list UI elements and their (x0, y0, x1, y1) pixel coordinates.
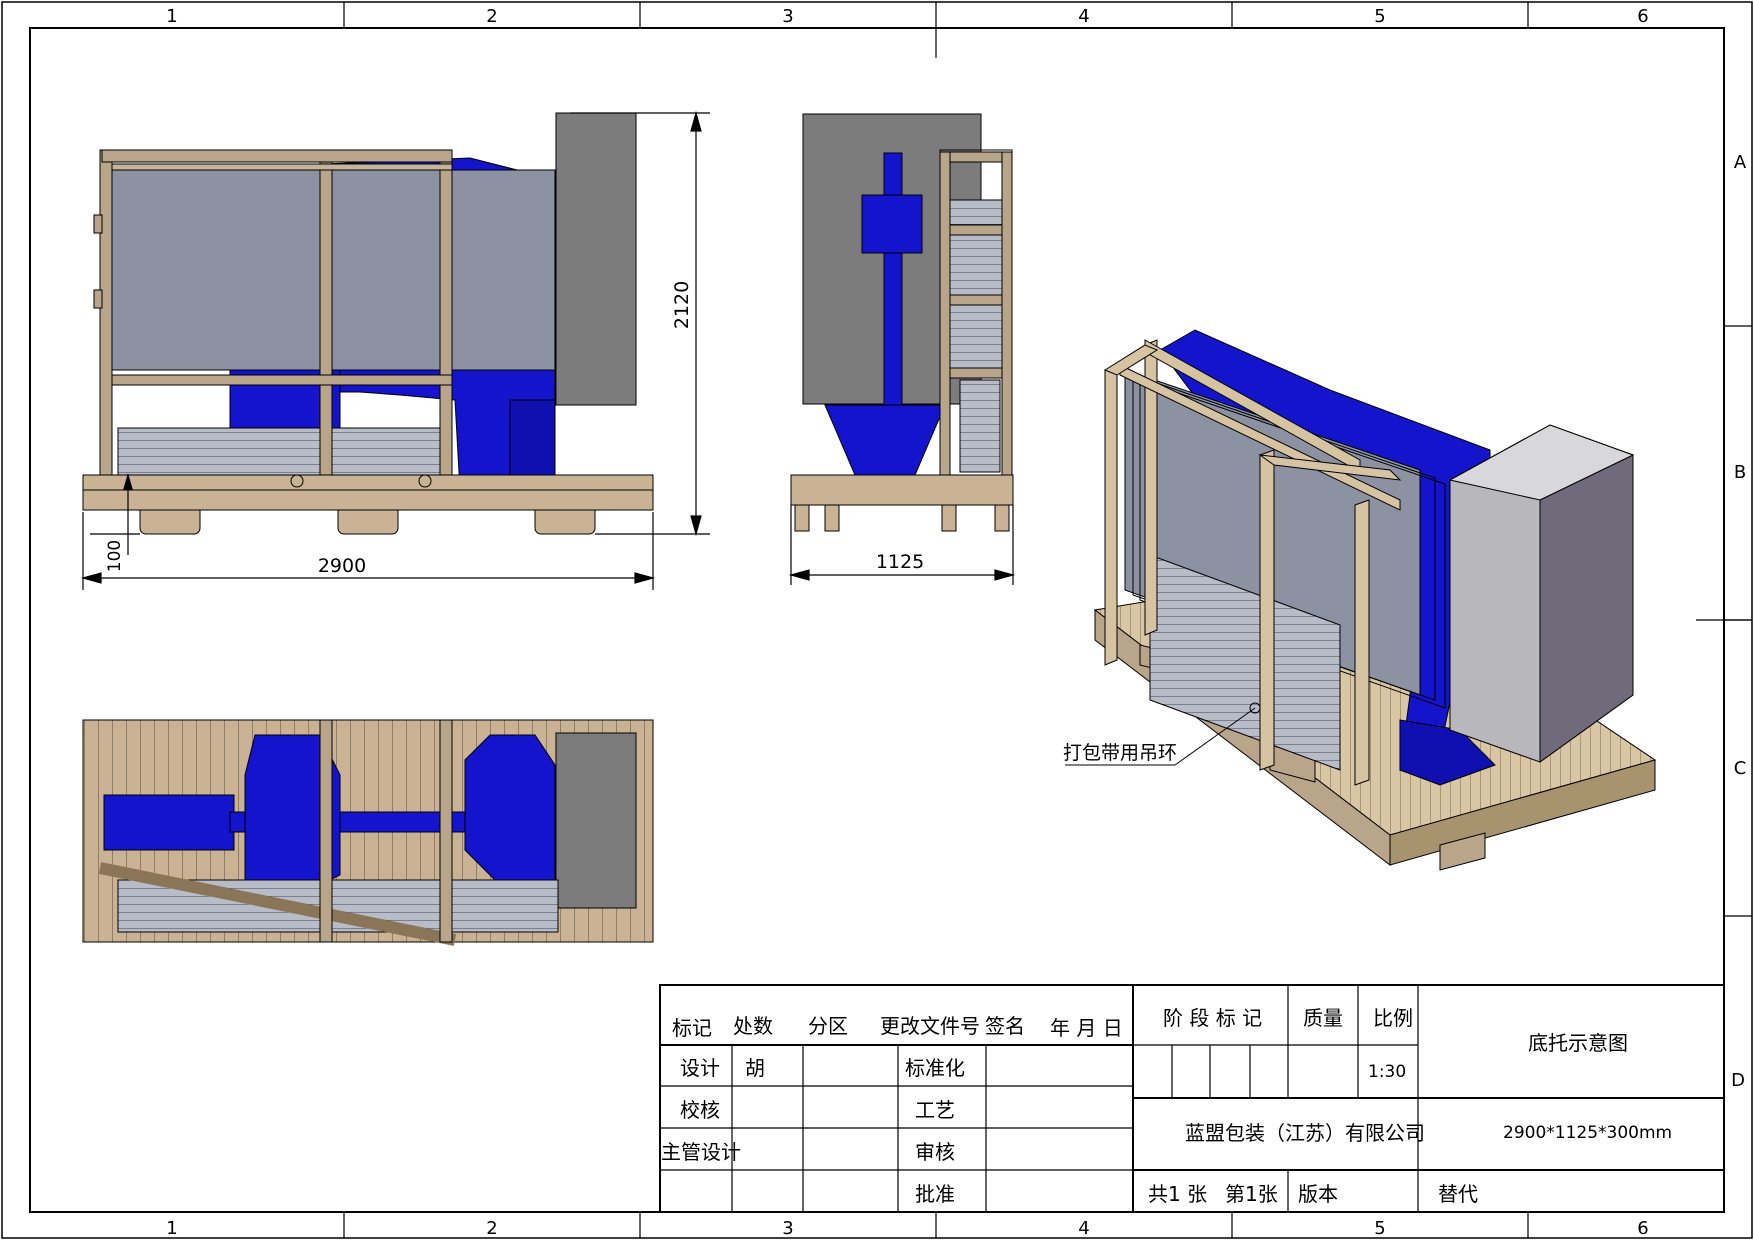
role-check: 校核 (680, 1098, 720, 1122)
rev-header-mark: 标记 (672, 1016, 712, 1040)
zone-row-a: A (1734, 152, 1747, 173)
approval-standard: 标准化 (905, 1056, 965, 1080)
dim-length-2900: 2900 (318, 555, 366, 577)
dim-width-1125: 1125 (876, 551, 924, 573)
zone-col-2-bottom: 2 (486, 1218, 497, 1239)
rev-header-sign: 签名 (985, 1014, 1025, 1038)
zone-col-5-bottom: 5 (1374, 1218, 1385, 1239)
zone-col-1-bottom: 1 (166, 1218, 177, 1239)
scale-value: 1:30 (1368, 1062, 1406, 1082)
company-name: 蓝盟包装（江苏）有限公司 (1185, 1121, 1425, 1145)
zone-col-4-bottom: 4 (1078, 1218, 1089, 1239)
zone-col-6-top: 6 (1637, 6, 1648, 27)
approval-process: 工艺 (915, 1098, 955, 1122)
rev-header-date: 年 月 日 (1050, 1016, 1123, 1040)
rev-header-count: 处数 (733, 1014, 773, 1038)
zone-col-3-top: 3 (782, 6, 793, 27)
stage-mark: 阶 段 标 记 (1163, 1006, 1262, 1030)
approval-review: 审核 (915, 1140, 955, 1164)
role-design: 设计 (680, 1056, 720, 1080)
front-view: 2900 2120 100 (80, 110, 710, 590)
rev-header-doc: 更改文件号 (880, 1014, 980, 1038)
zone-col-4-top: 4 (1078, 6, 1089, 27)
role-chief: 主管设计 (661, 1140, 741, 1164)
designer-name: 胡 (745, 1056, 765, 1080)
zone-col-6-bottom: 6 (1637, 1218, 1648, 1239)
size-spec: 2900*1125*300mm (1503, 1123, 1672, 1143)
side-view: 1125 (788, 113, 1016, 585)
callout-strapping-lifting-ring: 打包带用吊环 (1063, 742, 1177, 764)
sheet-number: 第1张 (1225, 1182, 1278, 1206)
dim-height-2120: 2120 (671, 281, 693, 329)
top-view (82, 719, 654, 946)
mass-label: 质量 (1303, 1006, 1343, 1030)
rev-header-zone: 分区 (808, 1014, 848, 1038)
drawing-sheet: 1 2 3 4 5 6 1 2 3 4 5 6 A B C D 2900 212… (1, 1, 1753, 1239)
drawing-title: 底托示意图 (1528, 1031, 1628, 1055)
scale-label: 比例 (1373, 1006, 1413, 1030)
sheet-total: 共1 张 (1148, 1182, 1207, 1206)
zone-row-d: D (1731, 1070, 1745, 1091)
zone-col-3-bottom: 3 (782, 1218, 793, 1239)
zone-col-5-top: 5 (1374, 6, 1385, 27)
version-label: 版本 (1298, 1182, 1338, 1206)
zone-row-c: C (1734, 758, 1747, 779)
zone-col-1-top: 1 (166, 6, 177, 27)
isometric-view: 打包带用吊环 (1063, 329, 1657, 871)
dim-clearance-100: 100 (105, 540, 125, 572)
replace-label: 替代 (1438, 1182, 1478, 1206)
zone-col-2-top: 2 (486, 6, 497, 27)
approval-approve: 批准 (915, 1182, 955, 1206)
zone-row-b: B (1734, 462, 1746, 483)
